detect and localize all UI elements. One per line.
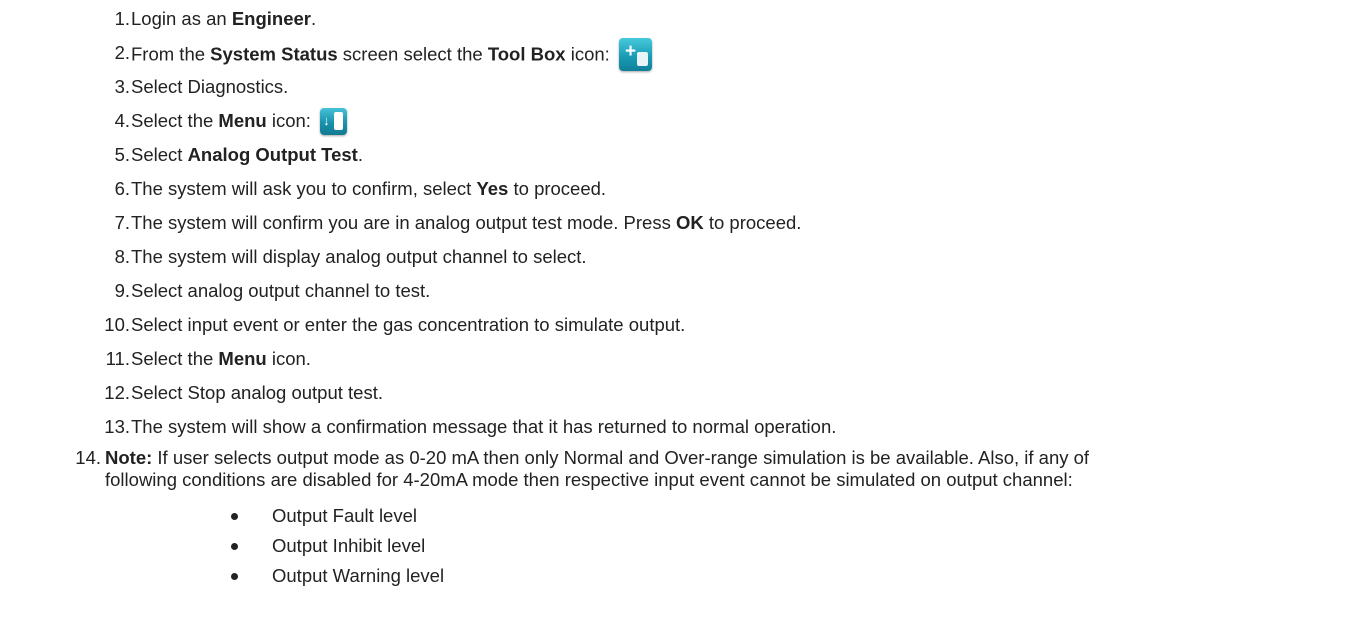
note-line-2: following conditions are disabled for 4-… bbox=[105, 469, 1073, 490]
step-text-run: to proceed. bbox=[703, 212, 802, 233]
bullet-item: Output Warning level bbox=[0, 562, 1349, 590]
step-text-run: Select the bbox=[131, 348, 219, 369]
bullet-item: Output Fault level bbox=[0, 502, 1349, 530]
step-text-run: icon: bbox=[266, 110, 317, 131]
step-text: Login as an Engineer. bbox=[131, 5, 316, 33]
step-item: 7. The system will confirm you are in ana… bbox=[0, 209, 1349, 237]
bullet-text: Output Fault level bbox=[272, 505, 417, 526]
step-text-run: Select Stop analog output test. bbox=[131, 382, 383, 403]
step-text-run: Select the bbox=[131, 110, 219, 131]
step-text-run: Select Diagnostics. bbox=[131, 76, 289, 97]
step-text-run: to proceed. bbox=[508, 178, 607, 199]
bullet-text: Output Warning level bbox=[272, 565, 445, 586]
step-text-run: Select analog output channel to test. bbox=[131, 280, 431, 301]
step-text: Select the Menu icon: ↓ bbox=[131, 107, 348, 136]
step-text-bold: Tool Box bbox=[487, 43, 566, 65]
step-text: Select input event or enter the gas conc… bbox=[131, 311, 685, 339]
note-paragraph: Note: If user selects output mode as 0-2… bbox=[105, 447, 1305, 491]
step-text: Select Diagnostics. bbox=[131, 73, 288, 101]
step-item: 13. The system will show a confirmation m… bbox=[0, 413, 1349, 441]
note-line-1: Note: If user selects output mode as 0-2… bbox=[105, 447, 1305, 469]
step-text-run: icon: bbox=[565, 43, 615, 65]
bullet-text: Output Inhibit level bbox=[272, 535, 426, 556]
step-number: 13. bbox=[104, 416, 130, 437]
step-number: 2. bbox=[114, 42, 130, 63]
step-item: 10. Select input event or enter the gas c… bbox=[0, 311, 1349, 339]
instruction-document: 1. Login as an Engineer. 2. From the System… bbox=[0, 0, 1349, 632]
step-text-bold: Yes bbox=[476, 178, 509, 199]
note-text-1: If user selects output mode as 0-20 mA t… bbox=[152, 447, 1090, 468]
step-item: 1. Login as an Engineer. bbox=[0, 5, 1349, 33]
step-text-bold: Menu bbox=[218, 110, 267, 131]
step-text: The system will ask you to confirm, sele… bbox=[131, 175, 606, 203]
step-text-run: . bbox=[310, 8, 317, 29]
step-text-bold: OK bbox=[675, 212, 704, 233]
step-number: 9. bbox=[114, 280, 130, 301]
note-number: 14. bbox=[75, 447, 101, 468]
step-number: 11. bbox=[105, 348, 130, 369]
step-item: 5. Select Analog Output Test. bbox=[0, 141, 1349, 169]
step-text-run: The system will ask you to confirm, sele… bbox=[131, 178, 477, 199]
step-number: 1. bbox=[114, 8, 130, 29]
bullet-item: Output Inhibit level bbox=[0, 532, 1349, 560]
step-text: The system will show a confirmation mess… bbox=[131, 413, 836, 441]
step-text-run: The system will display analog output ch… bbox=[131, 246, 587, 267]
step-number: 8. bbox=[114, 246, 130, 267]
bullet-dot-icon bbox=[231, 573, 238, 580]
step-number: 5. bbox=[114, 144, 130, 165]
step-text-run: The system will show a confirmation mess… bbox=[131, 416, 837, 437]
step-text-run: The system will confirm you are in analo… bbox=[131, 212, 676, 233]
step-number: 7. bbox=[114, 212, 130, 233]
step-text-run: Select bbox=[131, 144, 188, 165]
step-text: From the System Status screen select the… bbox=[131, 38, 652, 72]
step-item: 12. Select Stop analog output test. bbox=[0, 379, 1349, 407]
step-text-run: screen select the bbox=[337, 43, 488, 65]
menu-icon: ↓ bbox=[320, 107, 348, 135]
step-text-run: From the bbox=[131, 43, 211, 65]
step-number: 12. bbox=[104, 382, 130, 403]
step-text: The system will confirm you are in analo… bbox=[131, 209, 801, 237]
step-text: Select Stop analog output test. bbox=[131, 379, 383, 407]
step-item: 6. The system will ask you to confirm, se… bbox=[0, 175, 1349, 203]
step-item: 3. Select Diagnostics. bbox=[0, 73, 1349, 101]
bullet-dot-icon bbox=[231, 513, 238, 520]
step-text: Select analog output channel to test. bbox=[131, 277, 430, 305]
step-text: The system will display analog output ch… bbox=[131, 243, 587, 271]
step-item: 8. The system will display analog output … bbox=[0, 243, 1349, 271]
step-item: 11. Select the Menu icon. bbox=[0, 345, 1349, 373]
note-label: Note: bbox=[105, 447, 153, 468]
step-text-run: Login as an bbox=[131, 8, 232, 29]
step-text: Select Analog Output Test. bbox=[131, 141, 363, 169]
toolbox-icon: + bbox=[618, 38, 652, 71]
step-number: 10. bbox=[104, 314, 130, 335]
step-number: 4. bbox=[114, 110, 130, 131]
step-number: 6. bbox=[114, 178, 130, 199]
step-text-bold: Engineer bbox=[231, 8, 311, 29]
step-text-bold: Analog Output Test bbox=[187, 144, 358, 165]
bullet-dot-icon bbox=[231, 543, 238, 550]
step-item: 2. From the System Status screen select t… bbox=[0, 38, 1349, 71]
step-text: Select the Menu icon. bbox=[131, 345, 311, 373]
step-item: 4. Select the Menu icon: ↓ bbox=[0, 107, 1349, 135]
step-number: 3. bbox=[114, 76, 130, 97]
step-text-run: . bbox=[357, 144, 363, 165]
step-item: 9. Select analog output channel to test. bbox=[0, 277, 1349, 305]
step-text-bold: Menu bbox=[218, 348, 267, 369]
step-text-bold: System Status bbox=[210, 43, 338, 65]
step-text-run: Select input event or enter the gas conc… bbox=[131, 314, 686, 335]
step-text-run: icon. bbox=[266, 348, 311, 369]
